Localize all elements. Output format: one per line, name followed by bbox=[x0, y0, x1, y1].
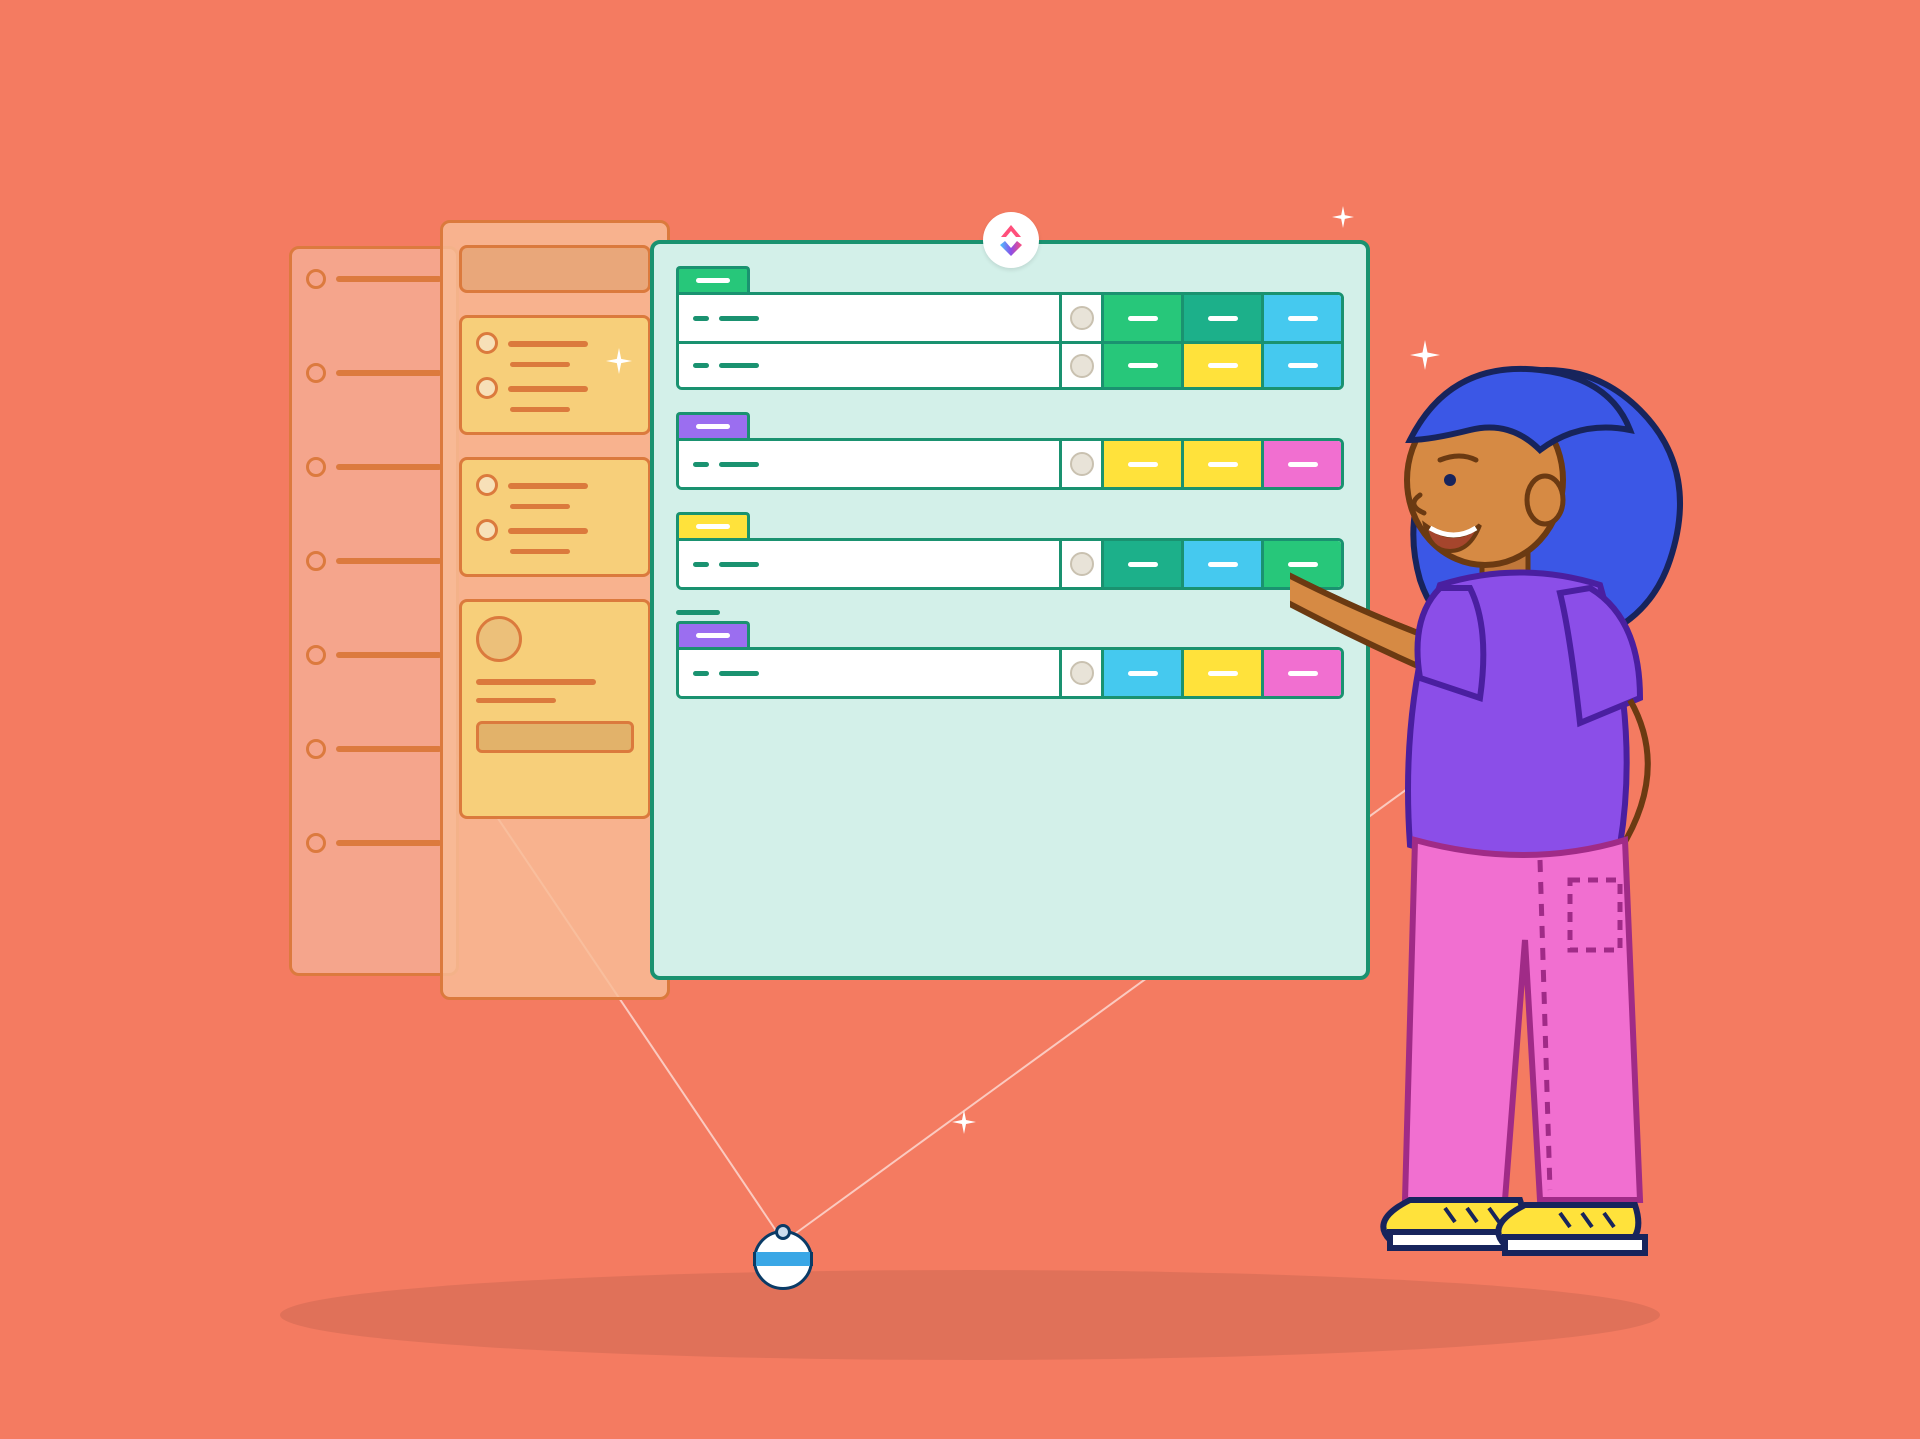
task-group bbox=[676, 621, 1344, 699]
status-cell bbox=[1181, 295, 1261, 341]
status-cell bbox=[1101, 344, 1181, 387]
projector-device bbox=[753, 1230, 813, 1280]
task-group bbox=[676, 266, 1344, 390]
status-cell bbox=[1101, 441, 1181, 487]
clickup-logo-icon bbox=[983, 212, 1039, 268]
illustration-scene bbox=[0, 0, 1920, 1439]
assignee-avatar bbox=[1059, 650, 1101, 696]
sparkle-icon bbox=[1332, 206, 1354, 228]
background-panel-cards bbox=[440, 220, 670, 1000]
task-row bbox=[679, 650, 1341, 696]
sparkle-icon bbox=[952, 1110, 976, 1134]
section-label bbox=[676, 610, 720, 615]
status-cell bbox=[1101, 295, 1181, 341]
group-tab bbox=[676, 512, 750, 538]
status-cell bbox=[1181, 441, 1261, 487]
task-row bbox=[679, 441, 1341, 487]
group-tab bbox=[676, 621, 750, 647]
group-tab bbox=[676, 266, 750, 292]
status-cell bbox=[1181, 344, 1261, 387]
sparkle-icon bbox=[606, 348, 632, 374]
assignee-avatar bbox=[1059, 344, 1101, 387]
status-cell bbox=[1101, 650, 1181, 696]
assignee-avatar bbox=[1059, 541, 1101, 587]
assignee-avatar bbox=[1059, 441, 1101, 487]
task-row bbox=[679, 295, 1341, 341]
group-tab bbox=[676, 412, 750, 438]
task-group bbox=[676, 412, 1344, 490]
task-row bbox=[679, 341, 1341, 387]
task-row bbox=[679, 541, 1341, 587]
person-illustration bbox=[1290, 320, 1710, 1320]
task-group bbox=[676, 512, 1344, 590]
status-cell bbox=[1181, 650, 1261, 696]
status-cell bbox=[1181, 541, 1261, 587]
background-panel-list bbox=[289, 246, 459, 976]
task-board-panel bbox=[650, 240, 1370, 980]
assignee-avatar bbox=[1059, 295, 1101, 341]
status-cell bbox=[1101, 541, 1181, 587]
